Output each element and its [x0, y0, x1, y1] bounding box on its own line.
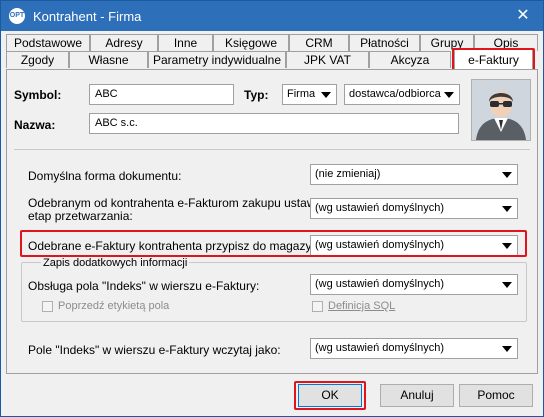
- default-doc-form-select[interactable]: (nie zmieniaj): [310, 164, 518, 185]
- tab-parametry-indywidualne[interactable]: Parametry indywidualne: [148, 51, 286, 68]
- symbol-input[interactable]: ABC: [89, 84, 234, 105]
- chevron-down-icon: [321, 92, 331, 98]
- processing-stage-label-line1: Odebranym od kontrahenta e-Fakturom zaku…: [28, 196, 316, 210]
- tab-inne[interactable]: Inne: [158, 34, 213, 51]
- index-handling-label: Obsługa pola "Indeks" w wierszu e-Faktur…: [28, 279, 260, 293]
- index-read-as-select[interactable]: (wg ustawień domyślnych): [310, 338, 518, 359]
- processing-stage-label-line2: etap przetwarzania:: [28, 209, 133, 223]
- role-select-value: dostawca/odbiorca: [349, 88, 441, 100]
- index-handling-select[interactable]: (wg ustawień domyślnych): [310, 274, 518, 295]
- default-doc-form-label: Domyślna forma dokumentu:: [28, 169, 182, 183]
- nazwa-input[interactable]: ABC s.c.: [89, 113, 459, 134]
- window-title: Kontrahent - Firma: [33, 9, 142, 24]
- tab-e-faktury[interactable]: e-Faktury: [454, 49, 533, 71]
- sql-definition-link[interactable]: Definicja SQL: [328, 300, 395, 312]
- warehouse-value: (wg ustawień domyślnych): [315, 239, 444, 251]
- typ-label: Typ:: [244, 88, 269, 102]
- tab-platnosci[interactable]: Płatności: [349, 34, 420, 51]
- sql-definition-checkbox[interactable]: [312, 301, 323, 312]
- default-doc-form-value: (nie zmieniaj): [315, 168, 381, 180]
- chevron-down-icon: [502, 172, 512, 178]
- prefix-label-checkbox-label: Poprzedź etykietą pola: [58, 300, 170, 312]
- tab-wlasne[interactable]: Własne: [69, 51, 148, 68]
- symbol-label: Symbol:: [14, 88, 62, 102]
- processing-stage-value: (wg ustawień domyślnych): [315, 202, 444, 214]
- dialog-window: OPT Kontrahent - Firma ✕ Podstawowe Adre…: [0, 0, 544, 417]
- tab-podstawowe[interactable]: Podstawowe: [6, 34, 90, 51]
- tab-ksiegowe[interactable]: Księgowe: [213, 34, 289, 51]
- close-icon[interactable]: ✕: [503, 1, 543, 31]
- role-select[interactable]: dostawca/odbiorca: [344, 84, 460, 105]
- app-icon: OPT: [9, 8, 25, 24]
- tab-row-2: Zgody Własne Parametry indywidualne JPK …: [1, 49, 543, 71]
- chevron-down-icon: [502, 243, 512, 249]
- ok-button[interactable]: OK: [298, 384, 362, 407]
- separator: [14, 149, 530, 150]
- processing-stage-select[interactable]: (wg ustawień domyślnych): [310, 198, 518, 219]
- additional-info-group-title: Zapis dodatkowych informacji: [41, 257, 190, 269]
- warehouse-label: Odebrane e-Faktury kontrahenta przypisz …: [28, 239, 329, 253]
- tab-adresy[interactable]: Adresy: [90, 34, 158, 51]
- chevron-down-icon: [502, 346, 512, 352]
- person-icon: [472, 80, 530, 140]
- typ-select-value: Firma: [287, 88, 316, 100]
- tab-crm[interactable]: CRM: [289, 34, 349, 51]
- contractor-avatar: [471, 79, 531, 141]
- typ-select[interactable]: Firma: [282, 84, 337, 105]
- tab-zgody[interactable]: Zgody: [6, 51, 69, 68]
- chevron-down-icon: [502, 206, 512, 212]
- index-read-as-value: (wg ustawień domyślnych): [315, 342, 444, 354]
- chevron-down-icon: [502, 282, 512, 288]
- index-handling-value: (wg ustawień domyślnych): [315, 278, 444, 290]
- help-button[interactable]: Pomoc: [459, 384, 533, 407]
- cancel-button[interactable]: Anuluj: [380, 384, 454, 407]
- nazwa-label: Nazwa:: [14, 118, 56, 132]
- prefix-label-checkbox[interactable]: [42, 301, 53, 312]
- tab-akcyza[interactable]: Akcyza: [369, 51, 451, 68]
- title-bar[interactable]: OPT Kontrahent - Firma ✕: [1, 1, 543, 31]
- chevron-down-icon: [444, 92, 454, 98]
- index-read-as-label: Pole "Indeks" w wierszu e-Faktury wczyta…: [28, 343, 281, 357]
- warehouse-select[interactable]: (wg ustawień domyślnych): [310, 235, 518, 256]
- tab-jpk-vat[interactable]: JPK VAT: [286, 51, 369, 68]
